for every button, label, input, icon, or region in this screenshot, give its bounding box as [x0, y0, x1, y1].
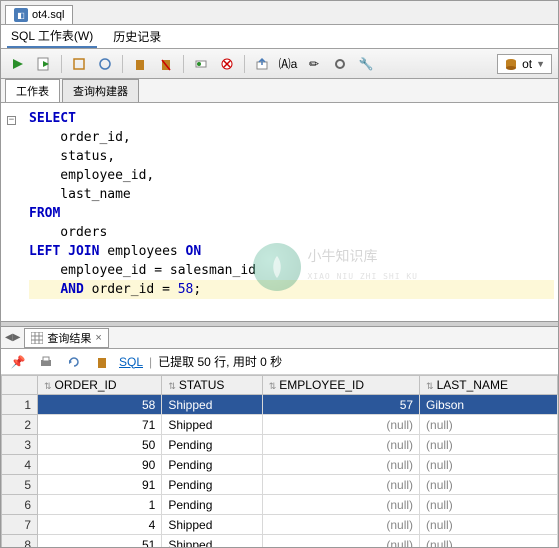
results-status: 已提取 50 行, 用时 0 秒 [158, 353, 282, 370]
run-icon[interactable] [7, 53, 29, 75]
code-area[interactable]: SELECT order_id, status, employee_id, la… [29, 109, 554, 299]
column-header[interactable]: ⇅EMPLOYEE_ID [262, 376, 419, 395]
wrench-icon[interactable]: 🔧 [355, 53, 377, 75]
sql-editor[interactable]: − SELECT order_id, status, employee_id, … [1, 103, 558, 321]
refresh-icon[interactable] [63, 351, 85, 373]
table-row[interactable]: 61Pending(null)(null) [2, 495, 558, 515]
clear-icon[interactable]: ✏ [303, 53, 325, 75]
grid-header-row: ⇅ORDER_ID⇅STATUS⇅EMPLOYEE_ID⇅LAST_NAME [2, 376, 558, 395]
toolbar: 🄐a ✏ 🔧 ot ▼ [1, 49, 558, 79]
close-icon[interactable]: × [95, 332, 101, 344]
table-row[interactable]: 350Pending(null)(null) [2, 435, 558, 455]
column-header[interactable]: ⇅STATUS [162, 376, 262, 395]
results-tab[interactable]: 查询结果 × [24, 328, 108, 348]
explain-plan-icon[interactable] [68, 53, 90, 75]
pin-icon[interactable]: 📌 [7, 351, 29, 373]
results-grid[interactable]: ⇅ORDER_ID⇅STATUS⇅EMPLOYEE_ID⇅LAST_NAME 1… [1, 375, 558, 547]
view-tab-bar: 工作表 查询构建器 [1, 79, 558, 103]
export-icon[interactable] [251, 53, 273, 75]
connection-selector[interactable]: ot ▼ [497, 54, 552, 74]
grid-icon [31, 332, 43, 344]
table-row[interactable]: 74Shipped(null)(null) [2, 515, 558, 535]
results-toolbar: 📌 SQL | 已提取 50 行, 用时 0 秒 [1, 349, 558, 375]
table-row[interactable]: 158Shipped57Gibson [2, 395, 558, 415]
export-results-icon[interactable] [91, 351, 113, 373]
table-row[interactable]: 271Shipped(null)(null) [2, 415, 558, 435]
column-header[interactable]: ⇅LAST_NAME [420, 376, 558, 395]
cancel-icon[interactable] [216, 53, 238, 75]
sql-link[interactable]: SQL [119, 355, 143, 369]
tab-query-builder[interactable]: 查询构建器 [62, 79, 139, 102]
autotrace-icon[interactable] [94, 53, 116, 75]
format-icon[interactable]: 🄐a [277, 53, 299, 75]
print-icon[interactable] [35, 351, 57, 373]
column-header[interactable]: ⇅ORDER_ID [38, 376, 162, 395]
tab-worksheet[interactable]: 工作表 [5, 79, 60, 102]
connection-name: ot [522, 57, 532, 71]
commit-icon[interactable] [129, 53, 151, 75]
toggle-icon[interactable] [190, 53, 212, 75]
file-name: ot4.sql [32, 9, 64, 21]
fold-icon[interactable]: − [7, 116, 16, 125]
results-tab-nav[interactable]: ◀▶ [5, 332, 20, 343]
settings-icon[interactable] [329, 53, 351, 75]
worksheet-tab-bar: SQL 工作表(W) 历史记录 [1, 25, 558, 49]
tab-sql-worksheet[interactable]: SQL 工作表(W) [7, 25, 97, 48]
table-row[interactable]: 591Pending(null)(null) [2, 475, 558, 495]
table-row[interactable]: 490Pending(null)(null) [2, 455, 558, 475]
file-tab[interactable]: ◧ ot4.sql [5, 5, 73, 24]
db-icon [504, 57, 518, 71]
rollback-icon[interactable] [155, 53, 177, 75]
results-tab-label: 查询结果 [47, 330, 91, 346]
file-tab-bar: ◧ ot4.sql [1, 1, 558, 25]
table-row[interactable]: 851Shipped(null)(null) [2, 535, 558, 548]
chevron-down-icon: ▼ [536, 59, 545, 69]
tab-history[interactable]: 历史记录 [109, 26, 165, 47]
sql-file-icon: ◧ [14, 8, 28, 22]
results-tab-bar: ◀▶ 查询结果 × [1, 327, 558, 349]
run-script-icon[interactable] [33, 53, 55, 75]
